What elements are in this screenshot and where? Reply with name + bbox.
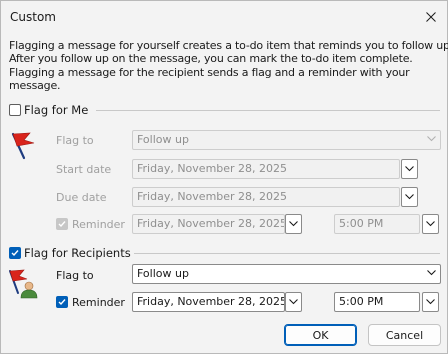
cancel-button[interactable]: Cancel	[368, 324, 441, 346]
due-date-label: Due date	[56, 191, 107, 204]
my-reminder-label: Reminder	[72, 218, 125, 231]
description-line: After you follow up on the message, you …	[9, 52, 413, 66]
flag-to-label: Flag to	[56, 134, 94, 147]
close-icon	[426, 12, 436, 22]
my-reminder-time-dropdown[interactable]	[422, 214, 439, 234]
title-bar: Custom	[1, 1, 447, 33]
description-line: Flagging a message for yourself creates …	[9, 39, 448, 52]
recipient-reminder-date-field[interactable]: Friday, November 28, 2025	[132, 292, 285, 312]
flag-for-me-checkbox[interactable]	[9, 104, 21, 116]
recipient-reminder-label: Reminder	[72, 296, 125, 309]
chevron-down-icon	[426, 299, 435, 305]
description-line: Flagging a message for the recipient sen…	[9, 65, 410, 79]
ok-button[interactable]: OK	[284, 324, 357, 346]
dialog-title: Custom	[10, 10, 56, 24]
start-date-dropdown[interactable]	[401, 159, 418, 179]
recipient-reminder-date-value: Friday, November 28, 2025	[137, 295, 285, 308]
due-date-value: Friday, November 28, 2025	[137, 190, 288, 203]
flag-to-select[interactable]: Follow up	[132, 130, 441, 150]
due-date-field[interactable]: Friday, November 28, 2025	[132, 187, 400, 207]
recipient-flag-icon	[9, 269, 38, 299]
my-reminder-date-dropdown[interactable]	[285, 214, 302, 234]
my-reminder-date-value: Friday, November 28, 2025	[137, 217, 285, 230]
red-flag-icon	[11, 132, 35, 160]
chevron-down-icon	[426, 221, 435, 227]
checkmark-icon	[58, 221, 66, 228]
my-reminder-time-field[interactable]: 5:00 PM	[334, 214, 420, 234]
custom-dialog: Custom Flagging a message for yourself c…	[0, 0, 448, 354]
recipient-flag-to-value: Follow up	[137, 267, 189, 280]
chevron-down-icon	[427, 270, 436, 276]
recipient-flag-to-select[interactable]: Follow up	[132, 264, 441, 284]
recipient-reminder-time-value: 5:00 PM	[339, 295, 384, 308]
chevron-down-icon	[289, 299, 298, 305]
my-reminder-time-value: 5:00 PM	[339, 217, 384, 230]
recipient-reminder-time-field[interactable]: 5:00 PM	[334, 292, 420, 312]
flag-for-me-label: Flag for Me	[24, 103, 89, 117]
checkmark-icon	[11, 250, 19, 257]
my-reminder-date-field[interactable]: Friday, November 28, 2025	[132, 214, 285, 234]
recipient-flag-to-label: Flag to	[56, 269, 94, 282]
flag-for-recipients-checkbox[interactable]	[9, 247, 21, 259]
flag-for-recipients-divider	[134, 253, 440, 254]
chevron-down-icon	[289, 221, 298, 227]
due-date-dropdown[interactable]	[401, 187, 418, 207]
checkmark-icon	[58, 299, 66, 306]
recipient-reminder-time-dropdown[interactable]	[422, 292, 439, 312]
recipient-reminder-checkbox[interactable]	[56, 296, 68, 308]
my-reminder-checkbox[interactable]	[56, 218, 68, 230]
chevron-down-icon	[405, 166, 414, 172]
description-text: Flagging a message for yourself creates …	[9, 39, 448, 92]
chevron-down-icon	[427, 136, 436, 142]
flag-to-value: Follow up	[137, 133, 189, 146]
flag-for-me-divider	[96, 110, 440, 111]
recipient-reminder-date-dropdown[interactable]	[285, 292, 302, 312]
start-date-label: Start date	[56, 163, 112, 176]
flag-for-recipients-label: Flag for Recipients	[24, 246, 131, 260]
chevron-down-icon	[405, 194, 414, 200]
start-date-value: Friday, November 28, 2025	[137, 162, 288, 175]
close-button[interactable]	[415, 1, 447, 33]
start-date-field[interactable]: Friday, November 28, 2025	[132, 159, 400, 179]
description-line: message.	[9, 78, 61, 92]
